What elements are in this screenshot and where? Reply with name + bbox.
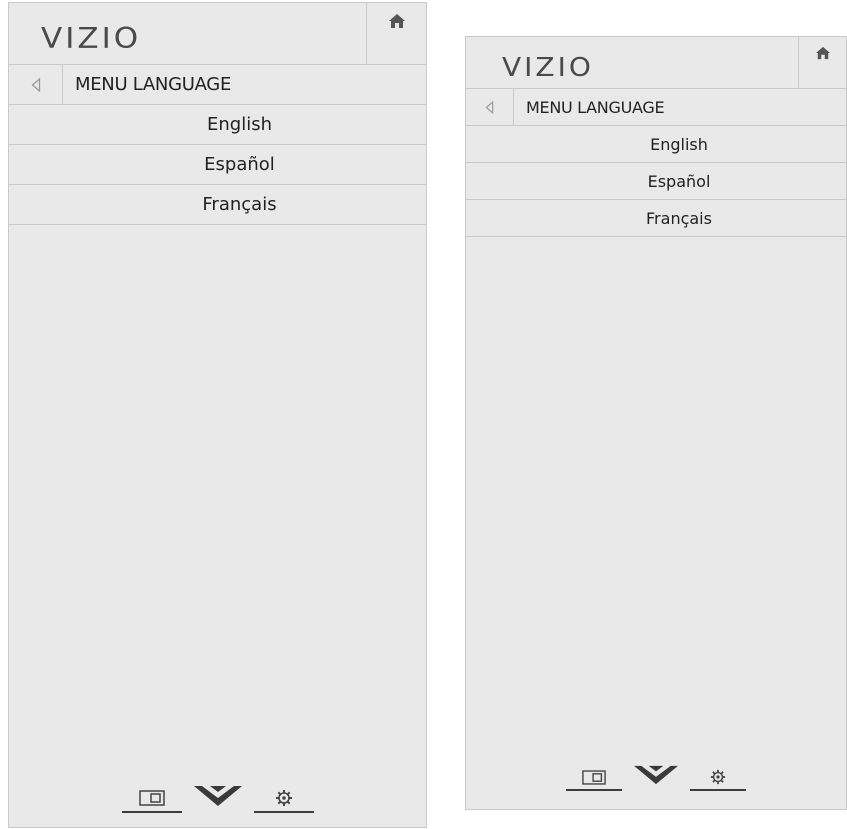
menu-header: VIZIO [9,3,426,65]
language-option-espanol[interactable]: Español [9,145,426,185]
vizio-v-icon [193,786,242,806]
widget-button[interactable] [566,765,622,791]
vizio-v-button[interactable] [182,779,254,813]
home-icon [815,46,830,59]
vizio-logo: VIZIO [41,22,142,56]
language-option-english[interactable]: English [9,105,426,145]
language-option-francais[interactable]: Français [9,185,426,225]
gear-icon [710,769,726,785]
bottom-toolbar [9,779,426,813]
language-option-espanol[interactable]: Español [466,163,846,200]
language-option-english[interactable]: English [466,126,846,163]
home-icon [388,13,405,28]
widget-button[interactable] [121,785,182,813]
menu-title: MENU LANGUAGE [526,97,665,117]
gear-icon [275,790,292,806]
back-triangle-icon [31,77,40,92]
settings-button[interactable] [253,785,314,813]
home-button[interactable] [366,3,426,64]
back-button[interactable] [9,65,63,104]
widget-icon [138,790,165,806]
tv-menu-panel-small: VIZIO MENU LANGUAGE English Español Fran… [465,36,847,810]
bottom-toolbar [466,759,846,791]
vizio-v-icon [634,765,678,785]
tv-menu-panel-large: VIZIO MENU LANGUAGE English Español Fran… [8,2,427,828]
menu-title-row: MENU LANGUAGE [466,89,846,126]
home-button[interactable] [798,37,846,88]
vizio-v-button[interactable] [622,759,690,791]
vizio-logo: VIZIO [502,52,594,83]
menu-header: VIZIO [466,37,846,89]
widget-icon [582,769,606,785]
language-option-francais[interactable]: Français [466,200,846,237]
menu-title: MENU LANGUAGE [75,74,232,95]
menu-title-row: MENU LANGUAGE [9,65,426,105]
back-triangle-icon [485,100,494,114]
back-button[interactable] [466,89,514,125]
settings-button[interactable] [690,765,746,791]
